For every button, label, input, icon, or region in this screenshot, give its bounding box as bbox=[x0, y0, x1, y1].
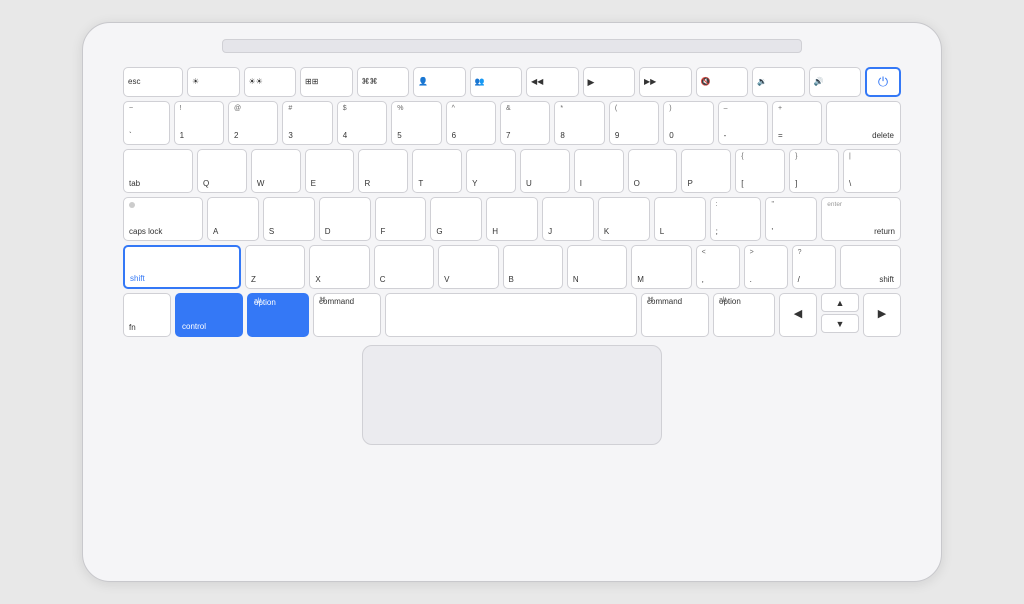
key-g[interactable]: G bbox=[430, 197, 482, 241]
key-t[interactable]: T bbox=[412, 149, 462, 193]
key-command-left[interactable]: ⌘ command bbox=[313, 293, 381, 337]
arrow-up-icon: ▲ bbox=[836, 298, 845, 308]
key-i[interactable]: I bbox=[574, 149, 624, 193]
key-f9[interactable]: ▶▶ bbox=[639, 67, 692, 97]
key-control[interactable]: control bbox=[175, 293, 243, 337]
key-u[interactable]: U bbox=[520, 149, 570, 193]
key-x[interactable]: X bbox=[309, 245, 369, 289]
key-j[interactable]: J bbox=[542, 197, 594, 241]
function-row: esc ☀ ☀☀ ⊞⊞ ⌘⌘ 👤 👥 ◀◀ bbox=[123, 67, 901, 97]
key-caps-lock[interactable]: caps lock bbox=[123, 197, 203, 241]
key-9[interactable]: ( 9 bbox=[609, 101, 659, 145]
key-k[interactable]: K bbox=[598, 197, 650, 241]
shift-row: shift Z X C V B N M < , > . ? / shift bbox=[123, 245, 901, 289]
key-shift-left[interactable]: shift bbox=[123, 245, 241, 289]
key-semicolon[interactable]: : ; bbox=[710, 197, 762, 241]
key-command-right[interactable]: ⌘ command bbox=[641, 293, 709, 337]
key-backslash[interactable]: | \ bbox=[843, 149, 901, 193]
key-o[interactable]: O bbox=[628, 149, 678, 193]
key-close-bracket[interactable]: } ] bbox=[789, 149, 839, 193]
key-tab[interactable]: tab bbox=[123, 149, 193, 193]
key-0[interactable]: ) 0 bbox=[663, 101, 713, 145]
key-s[interactable]: S bbox=[263, 197, 315, 241]
key-option[interactable]: alt option bbox=[247, 293, 309, 337]
key-open-bracket[interactable]: { [ bbox=[735, 149, 785, 193]
key-8[interactable]: * 8 bbox=[554, 101, 604, 145]
key-b[interactable]: B bbox=[503, 245, 563, 289]
key-6[interactable]: ^ 6 bbox=[446, 101, 496, 145]
key-arrow-left[interactable]: ◀ bbox=[779, 293, 817, 337]
caps-row: caps lock A S D F G H J K L : ; " ' ente… bbox=[123, 197, 901, 241]
key-y[interactable]: Y bbox=[466, 149, 516, 193]
key-period[interactable]: > . bbox=[744, 245, 788, 289]
key-f4[interactable]: ⌘⌘ bbox=[357, 67, 410, 97]
key-arrow-down[interactable]: ▼ bbox=[821, 314, 859, 333]
key-f[interactable]: F bbox=[375, 197, 427, 241]
key-arrow-right[interactable]: ▶ bbox=[863, 293, 901, 337]
key-equals[interactable]: + = bbox=[772, 101, 822, 145]
key-m[interactable]: M bbox=[631, 245, 691, 289]
key-power[interactable]: ⏻ bbox=[865, 67, 901, 97]
key-minus[interactable]: – - bbox=[718, 101, 768, 145]
key-backtick[interactable]: ~ ` bbox=[123, 101, 170, 145]
key-esc[interactable]: esc bbox=[123, 67, 183, 97]
arrow-left-icon: ◀ bbox=[794, 308, 802, 321]
key-d[interactable]: D bbox=[319, 197, 371, 241]
arrow-right-icon: ▶ bbox=[878, 308, 886, 321]
laptop-body: esc ☀ ☀☀ ⊞⊞ ⌘⌘ 👤 👥 ◀◀ bbox=[82, 22, 942, 582]
key-q[interactable]: Q bbox=[197, 149, 247, 193]
key-a[interactable]: A bbox=[207, 197, 259, 241]
key-1[interactable]: ! 1 bbox=[174, 101, 224, 145]
key-f6[interactable]: 👥 bbox=[470, 67, 523, 97]
bottom-row: fn control alt option ⌘ command ⌘ comman… bbox=[123, 293, 901, 337]
key-r[interactable]: R bbox=[358, 149, 408, 193]
key-f8[interactable]: ▶ bbox=[583, 67, 636, 97]
key-p[interactable]: P bbox=[681, 149, 731, 193]
key-4[interactable]: $ 4 bbox=[337, 101, 387, 145]
key-space[interactable] bbox=[385, 293, 637, 337]
key-f10[interactable]: 🔇 bbox=[696, 67, 749, 97]
key-e[interactable]: E bbox=[305, 149, 355, 193]
arrow-down-icon: ▼ bbox=[836, 319, 845, 329]
key-5[interactable]: % 5 bbox=[391, 101, 441, 145]
key-comma[interactable]: < , bbox=[696, 245, 740, 289]
key-w[interactable]: W bbox=[251, 149, 301, 193]
power-icon: ⏻ bbox=[878, 74, 888, 90]
key-l[interactable]: L bbox=[654, 197, 706, 241]
key-c[interactable]: C bbox=[374, 245, 434, 289]
key-f5[interactable]: 👤 bbox=[413, 67, 466, 97]
number-row: ~ ` ! 1 @ 2 # 3 $ 4 % 5 bbox=[123, 101, 901, 145]
tab-row: tab Q W E R T Y U I O P { [ } ] | \ bbox=[123, 149, 901, 193]
key-f2[interactable]: ☀☀ bbox=[244, 67, 297, 97]
trackpad-area bbox=[123, 345, 901, 445]
touchbar bbox=[222, 39, 802, 53]
key-f7[interactable]: ◀◀ bbox=[526, 67, 579, 97]
arrow-updown: ▲ ▼ bbox=[821, 293, 859, 337]
key-quote[interactable]: " ' bbox=[765, 197, 817, 241]
keyboard: esc ☀ ☀☀ ⊞⊞ ⌘⌘ 👤 👥 ◀◀ bbox=[123, 67, 901, 337]
key-z[interactable]: Z bbox=[245, 245, 305, 289]
key-shift-right[interactable]: shift bbox=[840, 245, 901, 289]
key-3[interactable]: # 3 bbox=[282, 101, 332, 145]
key-enter[interactable]: enter return bbox=[821, 197, 901, 241]
key-f3[interactable]: ⊞⊞ bbox=[300, 67, 353, 97]
key-n[interactable]: N bbox=[567, 245, 627, 289]
key-f1[interactable]: ☀ bbox=[187, 67, 240, 97]
key-2[interactable]: @ 2 bbox=[228, 101, 278, 145]
key-7[interactable]: & 7 bbox=[500, 101, 550, 145]
key-arrow-up[interactable]: ▲ bbox=[821, 293, 859, 312]
key-delete[interactable]: delete bbox=[826, 101, 900, 145]
key-f12[interactable]: 🔊 bbox=[809, 67, 862, 97]
trackpad[interactable] bbox=[362, 345, 662, 445]
key-v[interactable]: V bbox=[438, 245, 498, 289]
key-slash[interactable]: ? / bbox=[792, 245, 836, 289]
key-option-right[interactable]: alt option bbox=[713, 293, 775, 337]
key-fn[interactable]: fn bbox=[123, 293, 171, 337]
key-f11[interactable]: 🔉 bbox=[752, 67, 805, 97]
key-h[interactable]: H bbox=[486, 197, 538, 241]
caps-lock-indicator bbox=[129, 202, 135, 208]
